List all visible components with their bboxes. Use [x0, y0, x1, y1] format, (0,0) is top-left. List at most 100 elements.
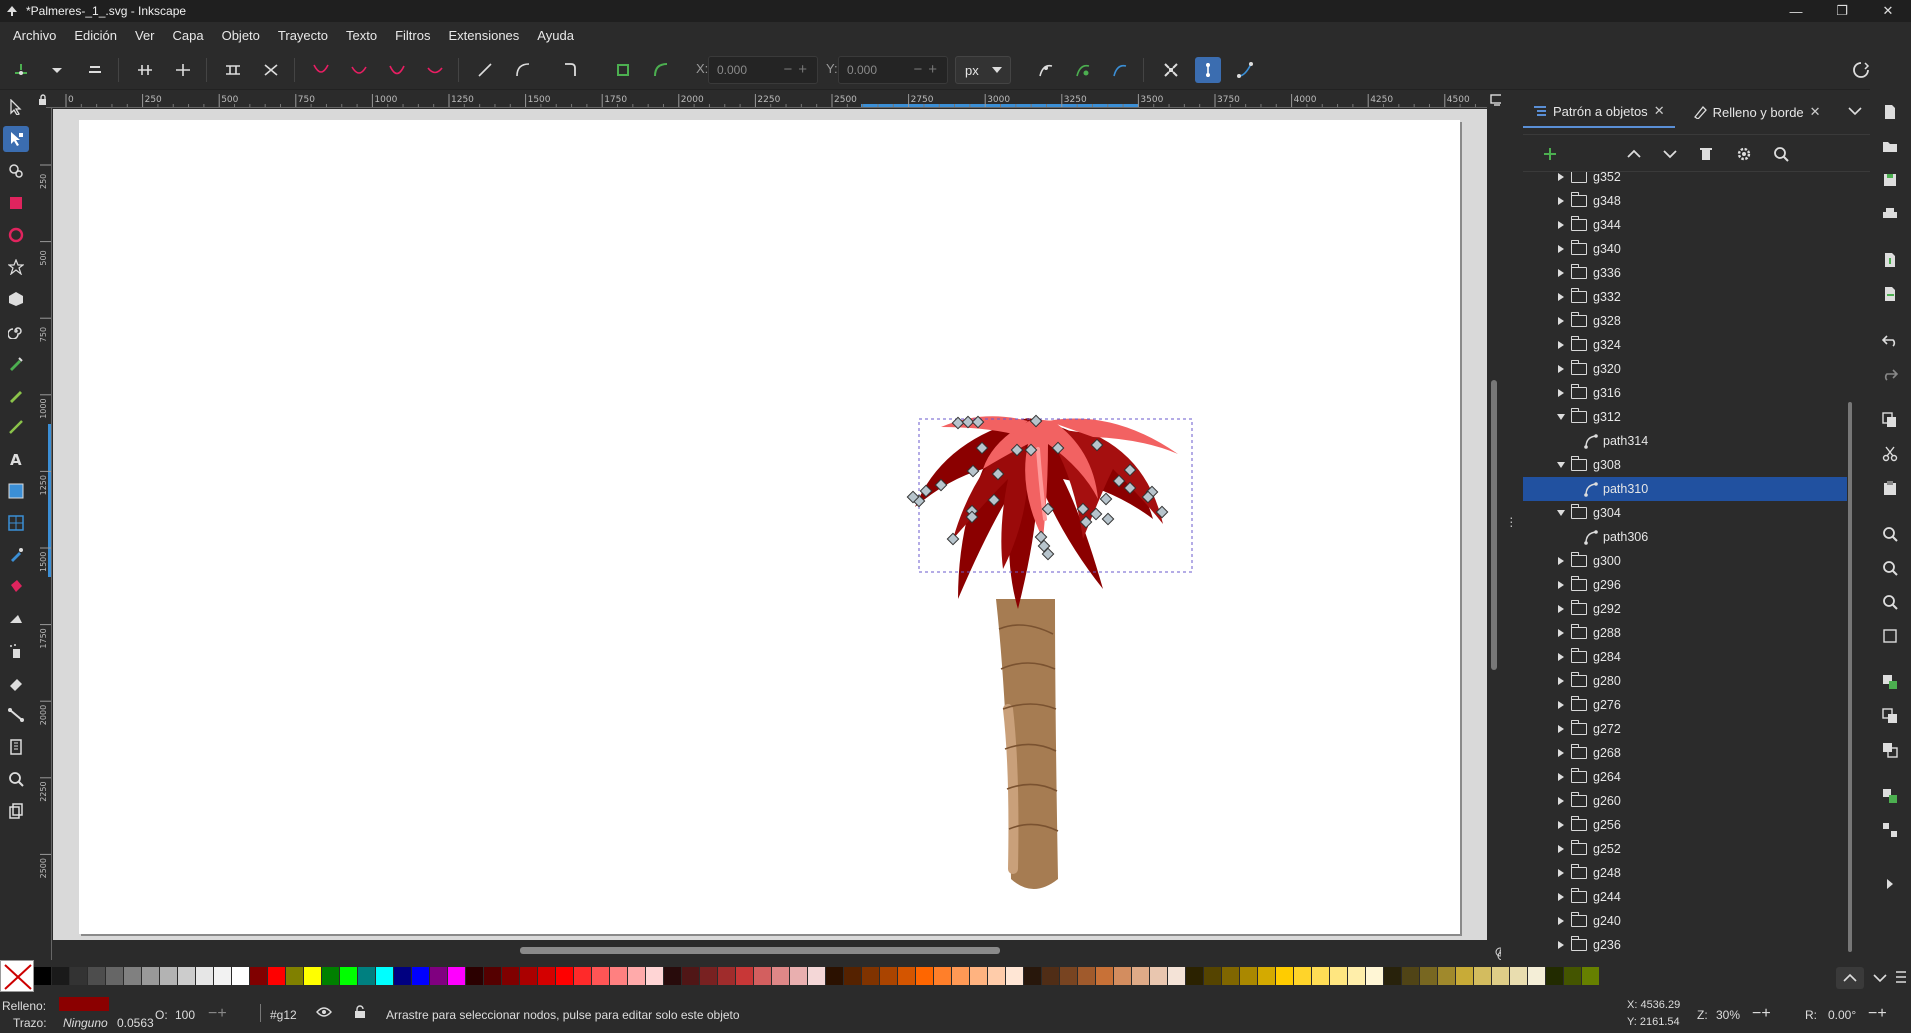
objects-tree[interactable]: g352 g348 g344 g340 g336 g332 g328 g324 g320 g316… [1523, 172, 1853, 960]
move-up-icon[interactable] [1623, 143, 1645, 165]
zoom-drawing-icon[interactable] [1878, 556, 1902, 580]
clone-icon[interactable] [1878, 704, 1902, 728]
maximize-button[interactable]: ❐ [1819, 0, 1865, 22]
color-swatch[interactable] [1366, 967, 1384, 985]
tree-path-row[interactable]: path314 [1523, 429, 1847, 453]
object-to-path-icon[interactable] [610, 57, 636, 83]
stroke-value[interactable]: Ninguno [63, 1016, 108, 1030]
duplicate-icon[interactable] [1878, 670, 1902, 694]
tree-group-row[interactable]: g284 [1523, 645, 1847, 669]
palette-menu-icon[interactable] [1895, 970, 1907, 987]
measure-tool-icon[interactable] [3, 734, 29, 760]
collapsed-arrow-icon[interactable] [1553, 577, 1569, 593]
print-icon[interactable] [1878, 202, 1902, 226]
pen-tool-icon[interactable] [3, 350, 29, 376]
cut-icon[interactable] [1878, 442, 1902, 466]
close-tab-icon[interactable]: ✕ [1654, 103, 1665, 119]
color-swatch[interactable] [898, 967, 916, 985]
menu-texto[interactable]: Texto [337, 28, 386, 43]
delete-icon[interactable] [1695, 143, 1717, 165]
menu-edicion[interactable]: Edición [65, 28, 126, 43]
connector-tool-icon[interactable] [3, 702, 29, 728]
tree-group-row[interactable]: g312 [1523, 405, 1847, 429]
color-swatch[interactable] [232, 967, 250, 985]
collapsed-arrow-icon[interactable] [1553, 913, 1569, 929]
save-icon[interactable] [1878, 168, 1902, 192]
menu-ayuda[interactable]: Ayuda [528, 28, 583, 43]
color-swatch[interactable] [1078, 967, 1096, 985]
collapsed-arrow-icon[interactable] [1553, 769, 1569, 785]
tree-group-row[interactable]: g348 [1523, 189, 1847, 213]
tweak-tool-icon[interactable] [3, 158, 29, 184]
color-swatch[interactable] [502, 967, 520, 985]
collapsed-arrow-icon[interactable] [1553, 865, 1569, 881]
collapsed-arrow-icon[interactable] [1553, 817, 1569, 833]
color-swatch[interactable] [1060, 967, 1078, 985]
color-swatch[interactable] [1582, 967, 1600, 985]
delete-segment-icon[interactable] [258, 57, 284, 83]
color-swatch[interactable] [142, 967, 160, 985]
spray-tool-icon[interactable] [3, 638, 29, 664]
new-document-icon[interactable] [1878, 100, 1902, 124]
color-swatch[interactable] [556, 967, 574, 985]
x-stepper-icon[interactable]: −+ [783, 61, 813, 78]
color-swatch[interactable] [1132, 967, 1150, 985]
color-swatch[interactable] [1204, 967, 1222, 985]
pages-tool-icon[interactable] [3, 798, 29, 824]
group-icon[interactable] [1878, 784, 1902, 808]
tree-scroll-thumb[interactable] [1848, 402, 1852, 952]
search-icon[interactable] [1770, 143, 1792, 165]
selector-tool-icon[interactable] [3, 94, 29, 120]
tweak-object-tool-icon[interactable] [3, 606, 29, 632]
tab-relleno-y-borde[interactable]: Relleno y borde ✕ [1683, 96, 1831, 128]
expanded-arrow-icon[interactable] [1553, 457, 1569, 473]
color-swatch[interactable] [1402, 967, 1420, 985]
dropper-tool-icon[interactable] [3, 542, 29, 568]
vertical-scroll-thumb[interactable] [1491, 380, 1497, 670]
collapsed-arrow-icon[interactable] [1553, 289, 1569, 305]
color-swatch[interactable] [1348, 967, 1366, 985]
collapsed-arrow-icon[interactable] [1553, 265, 1569, 281]
menu-ver[interactable]: Ver [126, 28, 164, 43]
color-swatch[interactable] [1024, 967, 1042, 985]
tree-group-row[interactable]: g292 [1523, 597, 1847, 621]
color-swatch[interactable] [178, 967, 196, 985]
tab-patron-a-objetos[interactable]: Patrón a objetos ✕ [1523, 96, 1675, 128]
color-swatch[interactable] [1042, 967, 1060, 985]
node-tool-icon[interactable] [3, 126, 29, 152]
color-swatch[interactable] [826, 967, 844, 985]
zoom-stepper-icon[interactable]: −+ [1752, 1005, 1771, 1023]
show-path-effect-icon[interactable] [1107, 57, 1133, 83]
tree-path-row[interactable]: path306 [1523, 525, 1847, 549]
make-curve-icon[interactable] [510, 57, 536, 83]
color-swatch[interactable] [1258, 967, 1276, 985]
tree-group-row[interactable]: g320 [1523, 357, 1847, 381]
color-swatch[interactable] [808, 967, 826, 985]
color-swatch[interactable] [1186, 967, 1204, 985]
color-swatch[interactable] [376, 967, 394, 985]
color-swatch[interactable] [682, 967, 700, 985]
color-swatch[interactable] [1474, 967, 1492, 985]
break-path-icon[interactable] [170, 57, 196, 83]
canvas[interactable] [53, 109, 1487, 940]
show-handles-icon[interactable] [1195, 57, 1221, 83]
y-coordinate-input[interactable]: 0.000 −+ [838, 56, 948, 84]
zoom-width-icon[interactable] [1878, 624, 1902, 648]
horizontal-scroll-thumb[interactable] [520, 947, 1000, 954]
layer-visibility-eye-icon[interactable] [316, 1006, 332, 1021]
color-swatch[interactable] [1330, 967, 1348, 985]
color-swatch[interactable] [1222, 967, 1240, 985]
color-swatch[interactable] [268, 967, 286, 985]
tree-group-row[interactable]: g280 [1523, 669, 1847, 693]
gradient-tool-icon[interactable] [3, 478, 29, 504]
zoom-selection-icon[interactable] [1878, 522, 1902, 546]
ungroup-icon[interactable] [1878, 818, 1902, 842]
insert-node-dropdown-icon[interactable] [44, 57, 70, 83]
unlink-clone-icon[interactable] [1878, 738, 1902, 762]
palette-scroll-down-icon[interactable] [1870, 967, 1890, 989]
zoom-page-icon[interactable] [1878, 590, 1902, 614]
color-swatch[interactable] [1114, 967, 1132, 985]
close-window-button[interactable]: ✕ [1865, 0, 1911, 22]
color-swatch[interactable] [52, 967, 70, 985]
settings-gear-icon[interactable] [1733, 143, 1755, 165]
